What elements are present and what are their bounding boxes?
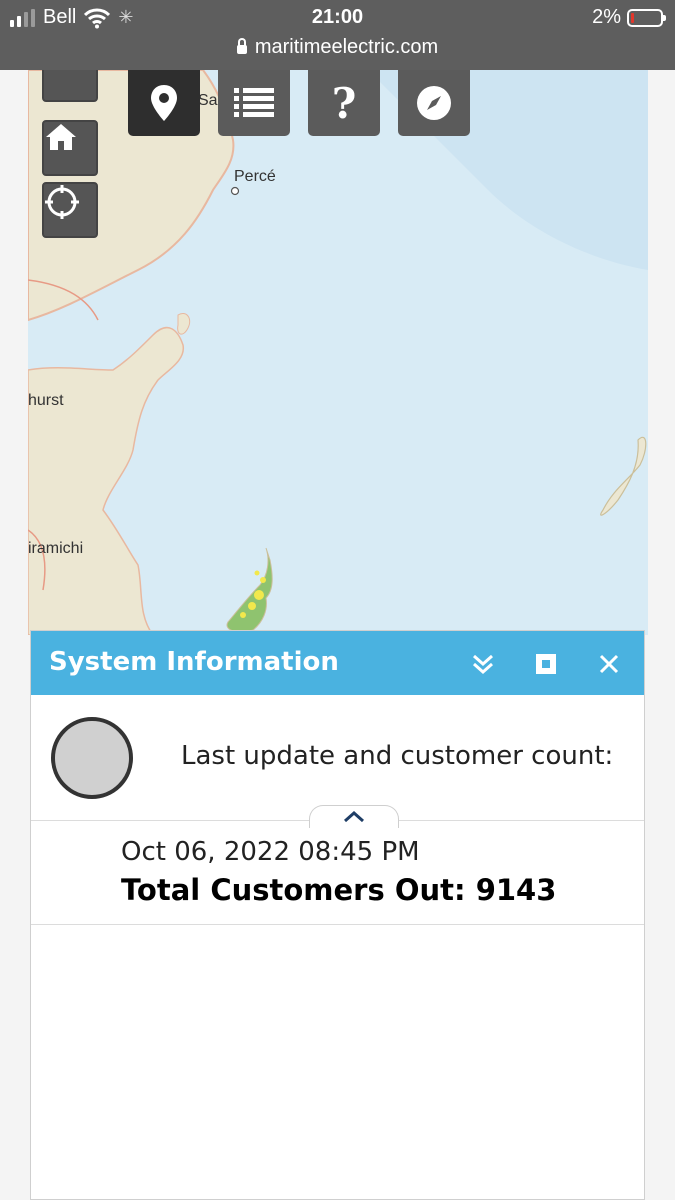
- help-icon: ?: [331, 78, 357, 128]
- help-button[interactable]: ?: [308, 70, 380, 136]
- clock: 21:00: [311, 6, 364, 28]
- map-view[interactable]: Sa Percé hurst iramichi: [28, 70, 648, 635]
- total-customers-out: Total Customers Out: 9143: [121, 873, 557, 907]
- outage-info: Oct 06, 2022 08:45 PM Total Customers Ou…: [31, 821, 644, 925]
- home-button[interactable]: [42, 120, 98, 176]
- last-update-time: Oct 06, 2022 08:45 PM: [121, 837, 420, 867]
- collapse-panel-button[interactable]: [468, 649, 498, 679]
- status-indicator: [51, 717, 133, 799]
- map-marker-button[interactable]: [128, 70, 200, 136]
- panel-title: System Information: [49, 647, 339, 677]
- panel-header: System Information: [31, 631, 644, 695]
- map-label-bathurst: hurst: [28, 392, 64, 409]
- double-chevron-down-icon: [473, 654, 493, 675]
- map-canvas: [28, 70, 648, 635]
- status-row: Last update and customer count:: [31, 695, 644, 821]
- lock-icon: [236, 38, 247, 54]
- close-icon: [599, 654, 619, 674]
- compass-button[interactable]: [398, 70, 470, 136]
- map-label-miramichi: iramichi: [28, 540, 84, 557]
- maximize-icon: [536, 654, 556, 674]
- locate-button[interactable]: [42, 182, 98, 238]
- system-information-panel: System Information Last update and custo…: [30, 630, 645, 1200]
- list-button[interactable]: [218, 70, 290, 136]
- status-bar: Bell ✳ 21:00 2% maritimeelectric.com: [0, 0, 675, 70]
- status-label: Last update and customer count:: [181, 741, 614, 771]
- battery-percent: 2%: [592, 6, 621, 28]
- zoom-out-button[interactable]: [42, 70, 98, 102]
- compass-icon: [417, 86, 451, 120]
- battery-icon: [627, 8, 666, 27]
- map-label-perce: Percé: [234, 168, 276, 185]
- map-marker-icon: [151, 85, 177, 121]
- url-text: maritimeelectric.com: [254, 36, 439, 58]
- map-label-sa: Sa: [198, 92, 218, 109]
- crosshair-icon: [45, 185, 79, 219]
- status-right: 2%: [592, 6, 666, 29]
- list-icon: [234, 88, 274, 117]
- home-icon: [46, 124, 76, 150]
- url-bar[interactable]: maritimeelectric.com: [0, 36, 675, 59]
- maximize-panel-button[interactable]: [531, 649, 561, 679]
- close-panel-button[interactable]: [594, 649, 624, 679]
